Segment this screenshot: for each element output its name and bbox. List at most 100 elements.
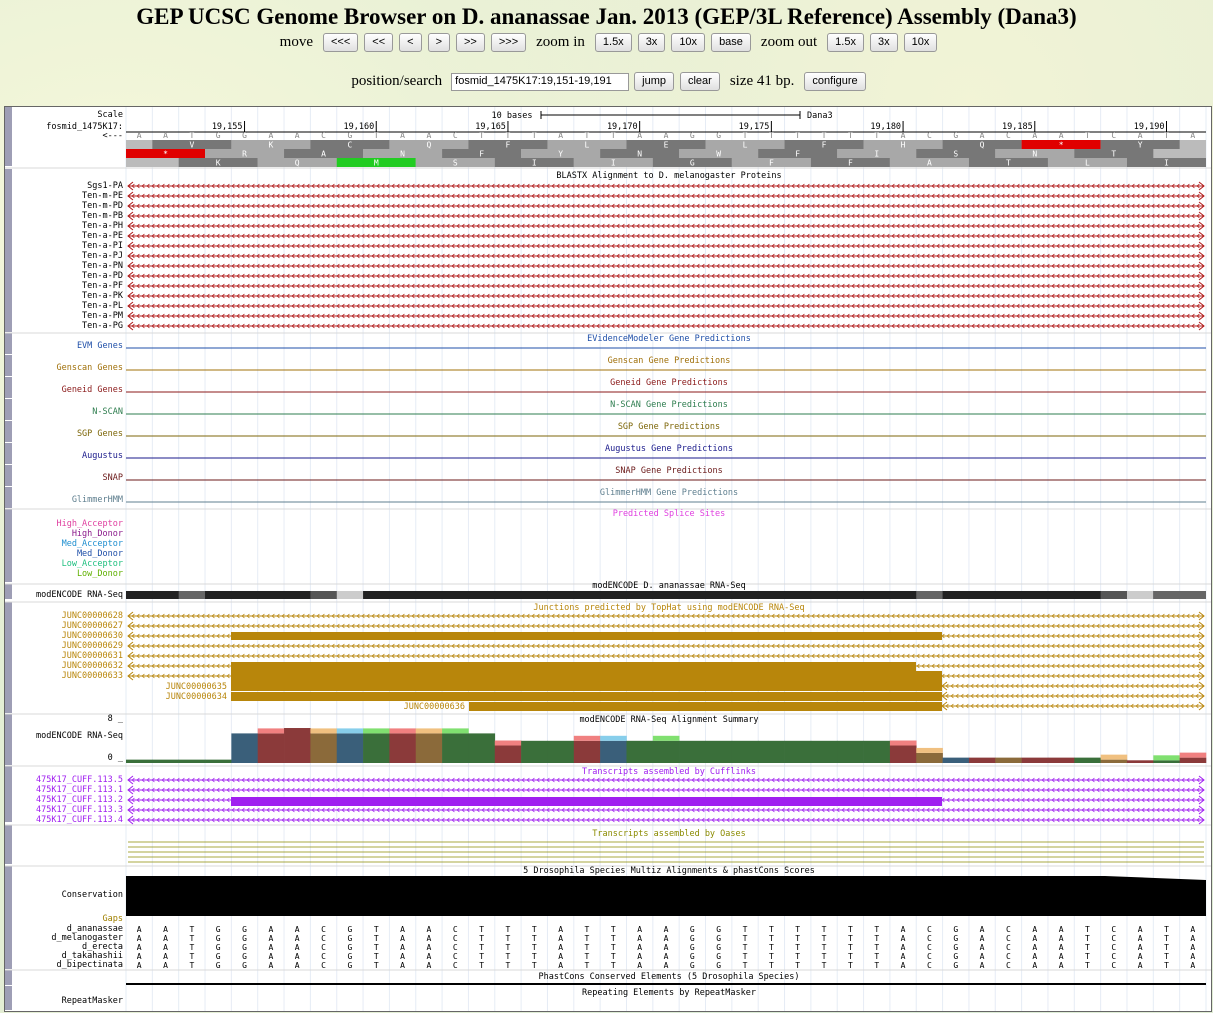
browser-image-panel[interactable]: Scale fosmid_1475K17: <--- Sgs1-PA Ten-m-PE T… (4, 106, 1212, 1012)
species-base: A (1059, 943, 1064, 952)
species-base: T (506, 961, 511, 970)
gene-track-title: GlimmerHMM Gene Predictions (600, 488, 738, 498)
species-base: T (822, 952, 827, 961)
base-letter: A (558, 131, 563, 140)
summary-bar (810, 740, 838, 763)
clear-button[interactable]: clear (679, 72, 720, 91)
move-left-button[interactable]: < (399, 33, 422, 52)
species-base: T (848, 943, 853, 952)
base-letter: A (137, 131, 142, 140)
summary-bar (1074, 757, 1101, 763)
zoom-in-3x-button[interactable]: 3x (637, 33, 666, 52)
zoom-in-1-5x-button[interactable]: 1.5x (594, 33, 632, 52)
rnaseq-coverage-segment (178, 591, 206, 599)
species-base: A (901, 961, 906, 970)
summary-bar (1153, 760, 1180, 763)
species-base: T (506, 934, 511, 943)
zoom-in-label: zoom in (536, 34, 585, 50)
species-base: T (743, 934, 748, 943)
species-base: C (927, 943, 932, 952)
species-base: C (453, 943, 458, 952)
species-base: A (980, 934, 985, 943)
frame3-amino-acid: T (1006, 159, 1011, 168)
scale-text: 10 bases (492, 111, 533, 121)
base-letter: G (953, 131, 958, 140)
species-base: A (901, 943, 906, 952)
species-base: C (1111, 952, 1116, 961)
base-letter: A (901, 131, 906, 140)
summary-bar (205, 759, 232, 763)
species-base: A (980, 952, 985, 961)
base-letter: T (1085, 131, 1090, 140)
species-base: G (953, 925, 958, 934)
species-base: T (1085, 943, 1090, 952)
base-letter: G (216, 131, 221, 140)
species-base: A (400, 934, 405, 943)
summary-bar (916, 752, 943, 763)
position-search-input[interactable]: fosmid_1475K17:19,151-19,191 (451, 72, 630, 91)
move-left-mid-button[interactable]: << (364, 33, 394, 52)
base-letter: T (374, 131, 379, 140)
species-base: C (927, 934, 932, 943)
species-base: T (1164, 961, 1169, 970)
species-base: A (980, 925, 985, 934)
summary-bar (415, 733, 443, 763)
frame1-amino-acid: V (189, 141, 194, 150)
junction-inline-label: JUNC00000636 (404, 702, 465, 712)
species-base: A (1190, 961, 1195, 970)
base-letter: T (848, 131, 853, 140)
species-base: G (216, 952, 221, 961)
species-base: G (716, 925, 721, 934)
zoom-in-10x-button[interactable]: 10x (671, 33, 706, 52)
move-right-far-button[interactable]: >>> (490, 33, 527, 52)
species-base: C (453, 925, 458, 934)
species-base: A (1032, 925, 1037, 934)
jump-button[interactable]: jump (634, 72, 674, 91)
species-base: T (1164, 925, 1169, 934)
species-base: T (822, 934, 827, 943)
navigation-row: move <<< << < > >> >>> zoom in 1.5x 3x 1… (0, 33, 1213, 52)
frame3-amino-acid: G (690, 159, 695, 168)
species-base: T (1085, 952, 1090, 961)
junction-block (231, 662, 916, 671)
species-base: A (664, 943, 669, 952)
species-base: C (321, 961, 326, 970)
species-base: A (664, 934, 669, 943)
summary-bar (284, 728, 311, 763)
species-base: T (189, 952, 194, 961)
species-base: A (427, 952, 432, 961)
summary-bar (1179, 757, 1207, 763)
frame2-amino-acid: N (637, 150, 642, 159)
base-letter: T (611, 131, 616, 140)
move-right-mid-button[interactable]: >> (456, 33, 485, 52)
base-letter: T (479, 131, 484, 140)
species-base: G (242, 952, 247, 961)
zoom-out-3x-button[interactable]: 3x (869, 33, 898, 52)
base-letter: T (506, 131, 511, 140)
base-letter: G (716, 131, 721, 140)
species-base: A (1190, 943, 1195, 952)
species-base: A (163, 925, 168, 934)
blastx-title: BLASTX Alignment to D. melanogaster Prot… (556, 171, 781, 181)
summary-bar (389, 733, 417, 763)
frame3-amino-acid: M (374, 159, 379, 168)
species-base: T (769, 961, 774, 970)
move-right-button[interactable]: > (427, 33, 450, 52)
frame2-amino-acid: N (400, 150, 405, 159)
move-left-far-button[interactable]: <<< (322, 33, 359, 52)
zoom-out-1-5x-button[interactable]: 1.5x (827, 33, 864, 52)
species-base: C (321, 952, 326, 961)
cufflinks-block (231, 797, 942, 806)
species-base: T (585, 961, 590, 970)
species-base: T (189, 925, 194, 934)
rnaseq-coverage-segment (916, 591, 943, 599)
zoom-in-base-button[interactable]: base (711, 33, 751, 52)
tracks-canvas[interactable]: 10 bases Dana319,155 19,160 19,165 19,170 19,… (5, 107, 1211, 1011)
configure-button[interactable]: configure (804, 72, 866, 91)
species-base: C (1111, 961, 1116, 970)
base-letter: C (1006, 131, 1011, 140)
species-base: T (532, 952, 537, 961)
species-base: G (690, 952, 695, 961)
base-letter: A (268, 131, 273, 140)
zoom-out-10x-button[interactable]: 10x (903, 33, 938, 52)
